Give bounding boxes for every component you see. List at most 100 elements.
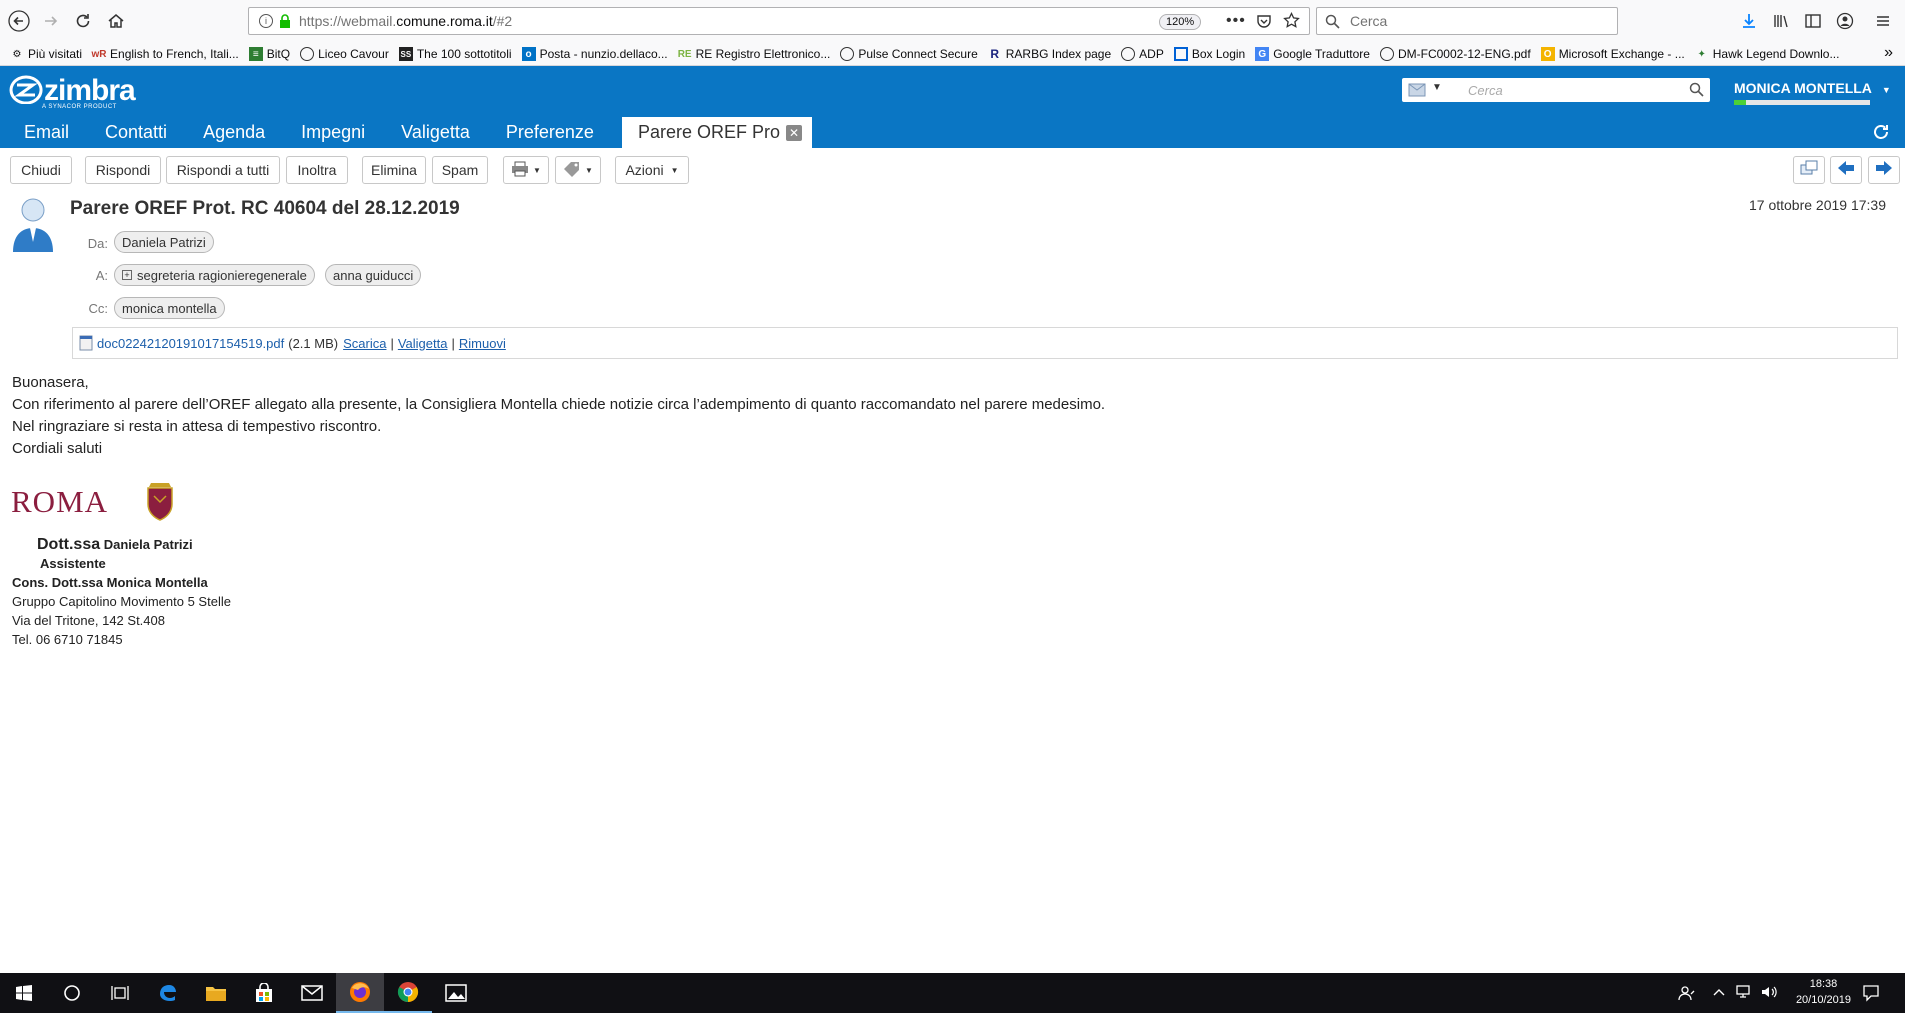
file-explorer-icon[interactable] — [192, 973, 240, 1013]
bookmark-dm-pdf[interactable]: DM-FC0002-12-ENG.pdf — [1379, 47, 1531, 61]
menu-icon[interactable] — [1870, 8, 1896, 34]
bookmark-posta[interactable]: o Posta - nunzio.dellaco... — [521, 47, 668, 61]
reply-all-button[interactable]: Rispondi a tutti — [166, 156, 280, 184]
cc-bubble[interactable]: monica montella — [114, 297, 225, 319]
tab-preferenze[interactable]: Preferenze — [488, 117, 612, 148]
bookmarks-toolbar: ⚙ Più visitati wR English to French, Itali… — [0, 42, 1905, 66]
bookmark-liceo-cavour[interactable]: Liceo Cavour — [300, 47, 389, 61]
body-greeting: Buonasera, — [12, 374, 89, 391]
home-icon[interactable] — [103, 8, 129, 34]
bookmark-english-to-french[interactable]: wR English to French, Itali... — [92, 47, 239, 61]
chevron-down-icon[interactable]: ▼ — [1432, 82, 1442, 93]
bookmark-the-100[interactable]: SS The 100 sottotitoli — [398, 47, 512, 61]
page-actions-icon[interactable]: ••• — [1226, 12, 1246, 30]
print-button[interactable]: ▼ — [503, 156, 549, 184]
rarbg-icon: R — [990, 47, 1000, 61]
bookmark-bitq[interactable]: ≡ BitQ — [248, 47, 290, 61]
bookmark-hawk[interactable]: ✦ Hawk Legend Downlo... — [1695, 47, 1840, 61]
wordreference-icon: wR — [91, 48, 107, 60]
bookmark-adp[interactable]: ADP — [1121, 47, 1164, 61]
mail-icon[interactable] — [288, 973, 336, 1013]
tab-parere-oref[interactable]: Parere OREF Pro ✕ — [621, 117, 812, 148]
library-icon[interactable] — [1768, 8, 1794, 34]
bookmark-star-icon[interactable] — [1283, 11, 1300, 32]
attachment-name[interactable]: doc02242120191017154519.pdf — [97, 336, 284, 351]
system-clock[interactable]: 18:38 20/10/2019 — [1796, 976, 1851, 1008]
close-icon[interactable]: ✕ — [786, 124, 802, 141]
search-icon[interactable] — [1689, 82, 1704, 100]
remove-link[interactable]: Rimuovi — [459, 336, 506, 351]
photos-icon[interactable] — [432, 973, 480, 1013]
reply-button[interactable]: Rispondi — [85, 156, 161, 184]
previous-message-button[interactable] — [1830, 156, 1862, 184]
refresh-icon[interactable] — [1871, 122, 1891, 147]
next-message-button[interactable] — [1868, 156, 1900, 184]
volume-icon[interactable] — [1760, 984, 1778, 1005]
firefox-icon[interactable] — [336, 973, 384, 1013]
edge-icon[interactable] — [144, 973, 192, 1013]
spam-button[interactable]: Spam — [432, 156, 488, 184]
gear-icon: ⚙ — [12, 48, 22, 60]
chevron-down-icon: ▼ — [585, 165, 593, 175]
reload-icon[interactable] — [70, 8, 96, 34]
download-icon[interactable] — [1736, 8, 1762, 34]
more-bookmarks-icon[interactable]: » — [1884, 44, 1893, 62]
forward-button[interactable]: Inoltra — [286, 156, 348, 184]
search-icon — [1325, 14, 1340, 29]
notifications-icon[interactable] — [1862, 984, 1880, 1007]
windows-start-icon[interactable] — [0, 973, 48, 1013]
delete-button[interactable]: Elimina — [362, 156, 426, 184]
bookmark-google-traduttore[interactable]: G Google Traduttore — [1255, 47, 1370, 61]
clock-time: 18:38 — [1809, 978, 1838, 990]
pocket-icon[interactable] — [1256, 13, 1272, 32]
bookmark-pulse[interactable]: Pulse Connect Secure — [840, 47, 978, 61]
bookmark-box[interactable]: Box Login — [1173, 47, 1245, 61]
chrome-icon[interactable] — [384, 973, 432, 1013]
tab-contatti[interactable]: Contatti — [87, 117, 185, 148]
actions-button[interactable]: Azioni ▼ — [615, 156, 689, 184]
bookmark-exchange[interactable]: O Microsoft Exchange - ... — [1540, 47, 1685, 61]
people-icon[interactable] — [1678, 985, 1696, 1006]
detach-window-button[interactable] — [1793, 156, 1825, 184]
to-bubble[interactable]: anna guiducci — [325, 264, 422, 286]
tag-button[interactable]: ▼ — [555, 156, 601, 184]
back-icon[interactable] — [6, 8, 32, 34]
network-icon[interactable] — [1736, 984, 1754, 1005]
sidebar-icon[interactable] — [1800, 8, 1826, 34]
tab-impegni[interactable]: Impegni — [283, 117, 383, 148]
zimbra-logo[interactable]: zimbra — [8, 74, 136, 108]
from-bubble[interactable]: Daniela Patrizi — [114, 231, 214, 253]
briefcase-link[interactable]: Valigetta — [398, 336, 448, 351]
store-icon[interactable] — [240, 973, 288, 1013]
expand-group-icon[interactable]: + — [122, 270, 132, 280]
to-bubble-group[interactable]: + segreteria ragionieregenerale — [114, 264, 315, 286]
browser-nav-bar: i https://webmail.comune.roma.it/#2 120%… — [0, 0, 1905, 42]
body-closing: Cordiali saluti — [12, 440, 103, 457]
info-icon[interactable]: i — [259, 14, 273, 28]
download-link[interactable]: Scarica — [343, 336, 386, 351]
account-icon[interactable] — [1832, 8, 1858, 34]
browser-search-bar[interactable]: Cerca — [1316, 7, 1618, 35]
bookmark-rarbg[interactable]: R RARBG Index page — [988, 47, 1111, 61]
tab-email[interactable]: Email — [0, 117, 87, 148]
lock-icon[interactable] — [279, 14, 291, 28]
mail-search-type-icon[interactable] — [1408, 83, 1426, 100]
close-button[interactable]: Chiudi — [10, 156, 72, 184]
tag-icon — [563, 161, 581, 180]
forward-icon[interactable] — [38, 8, 64, 34]
bookmark-piu-visitati[interactable]: ⚙ Più visitati — [10, 47, 83, 61]
zimbra-search-bar[interactable]: ▼ Cerca — [1402, 78, 1710, 102]
tab-agenda[interactable]: Agenda — [185, 117, 283, 148]
zoom-level-badge[interactable]: 120% — [1159, 14, 1202, 30]
pdf-file-icon — [79, 335, 93, 351]
body-paragraph: Con riferimento al parere dell’OREF alle… — [12, 396, 1106, 413]
bookmark-registro[interactable]: RE RE Registro Elettronico... — [678, 47, 831, 61]
url-bar[interactable]: i https://webmail.comune.roma.it/#2 120%… — [248, 7, 1310, 35]
body-paragraph: Nel ringraziare si resta in attesa di te… — [12, 418, 382, 435]
user-menu[interactable]: MONICA MONTELLA ▼ — [1734, 80, 1891, 96]
cortana-icon[interactable] — [48, 973, 96, 1013]
task-view-icon[interactable] — [96, 973, 144, 1013]
school-icon — [300, 47, 315, 61]
tab-valigetta[interactable]: Valigetta — [383, 117, 488, 148]
chevron-up-icon[interactable] — [1712, 985, 1726, 1004]
